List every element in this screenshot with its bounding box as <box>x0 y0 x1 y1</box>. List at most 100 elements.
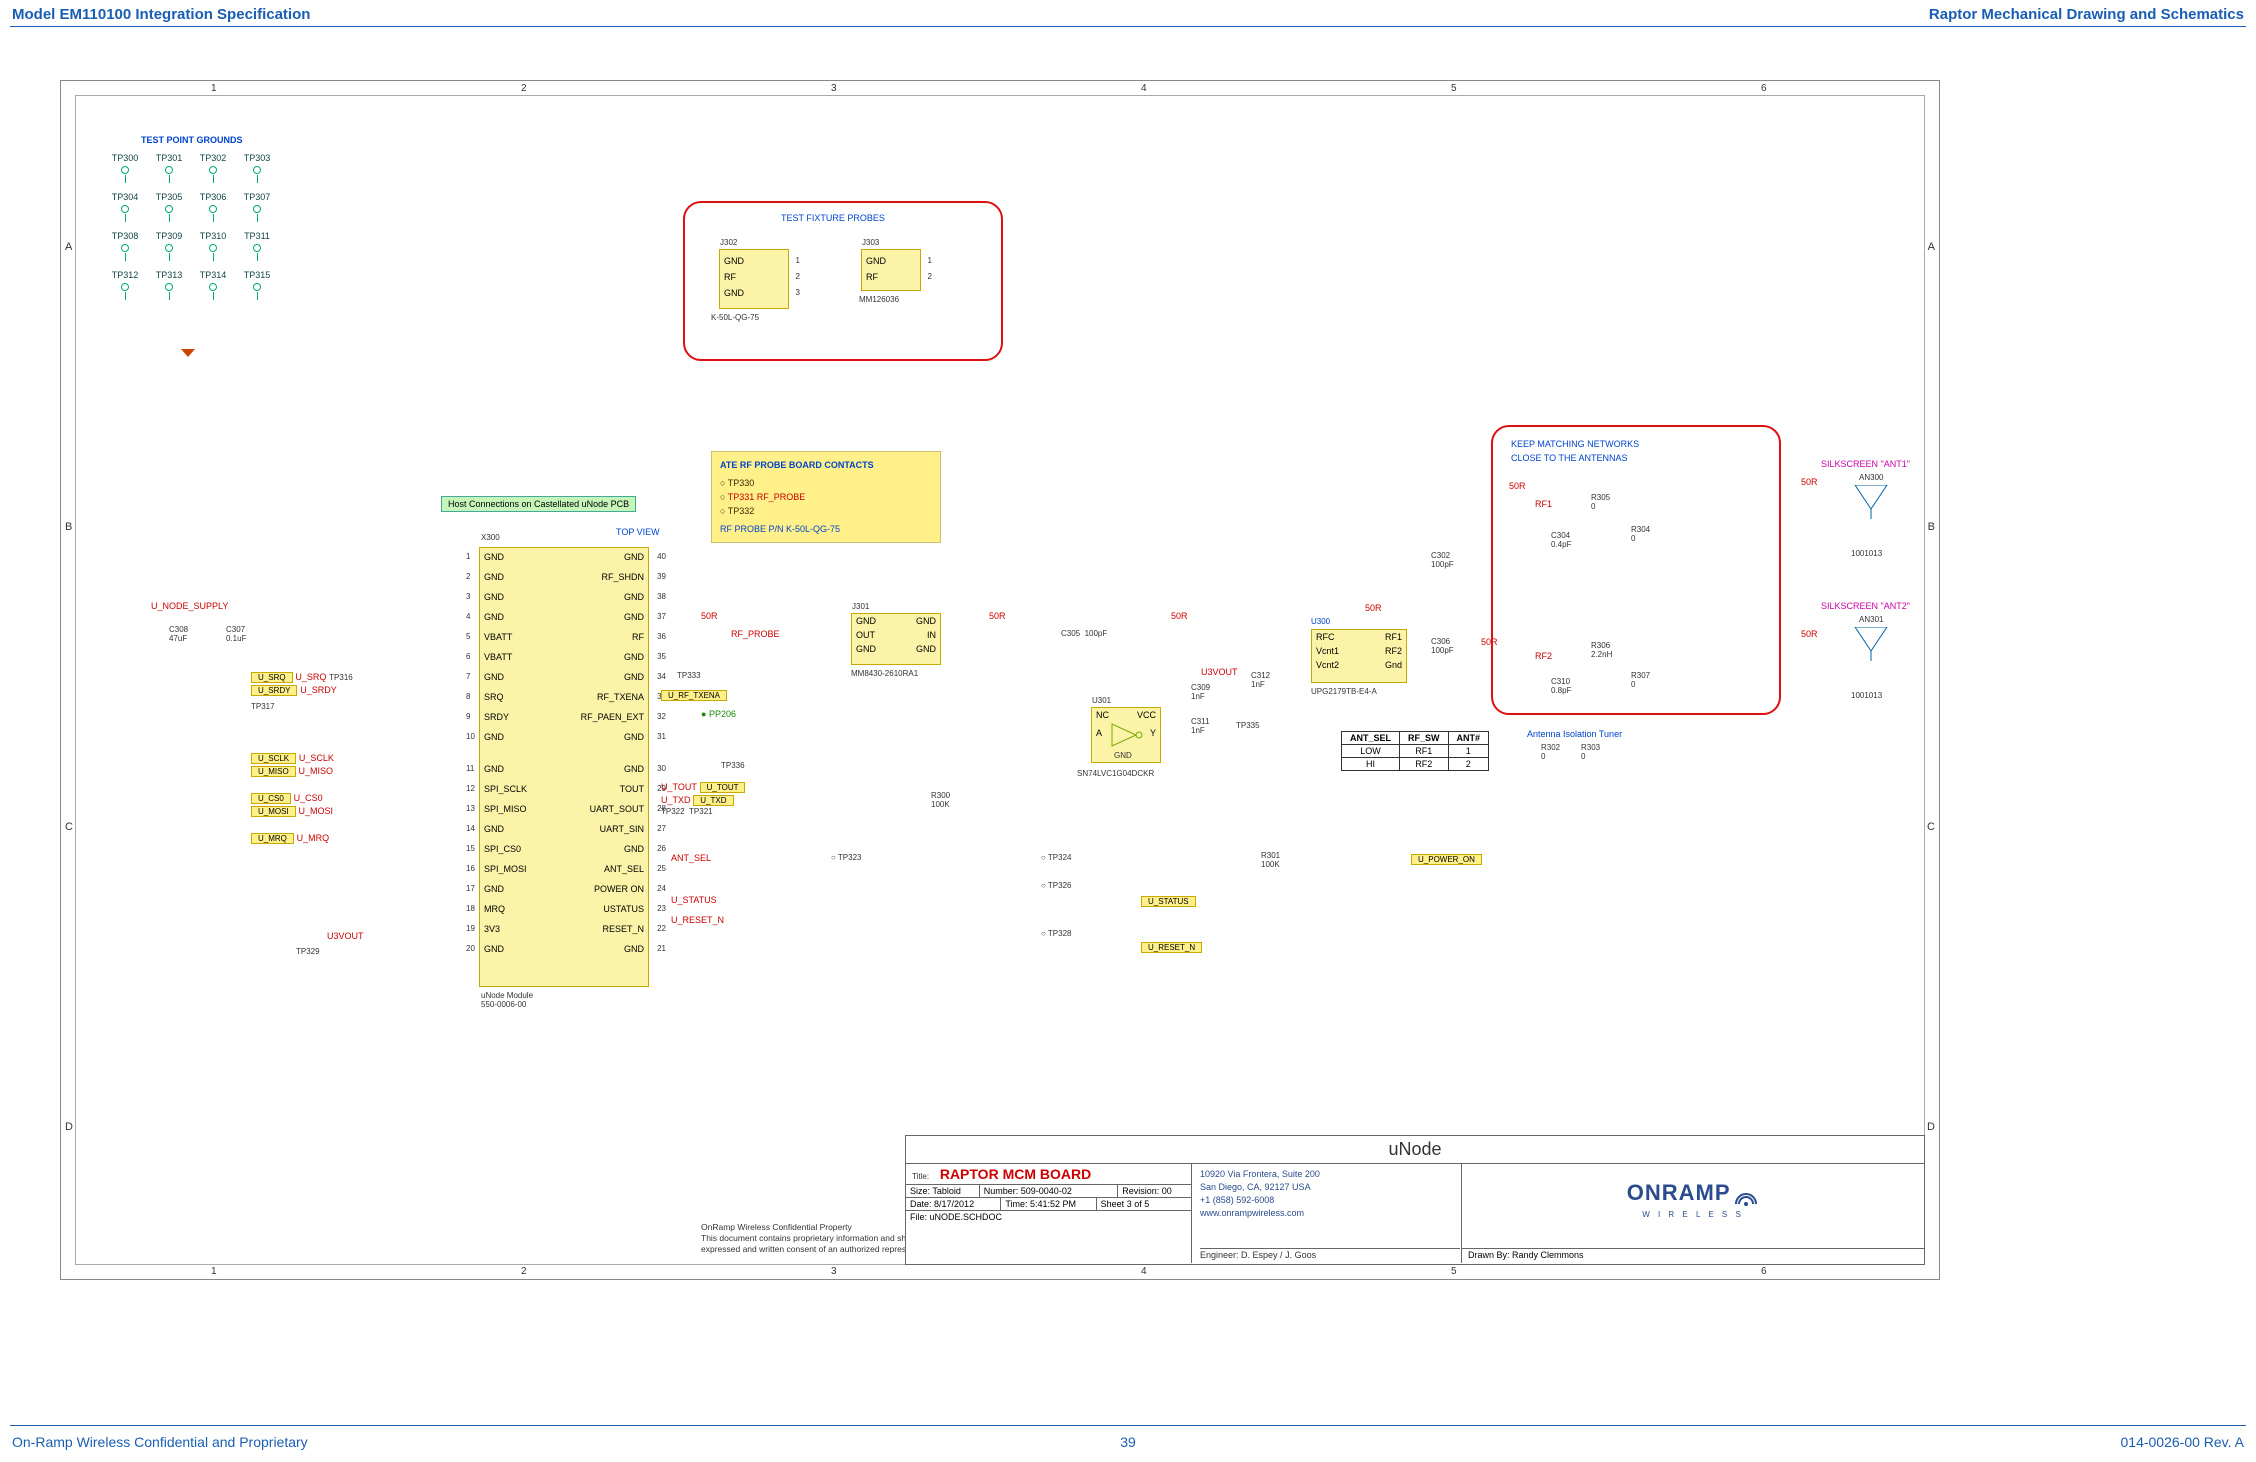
x300-l-16: SPI_MOSI <box>484 864 527 874</box>
host-note: Host Connections on Castellated uNode PC… <box>441 496 636 512</box>
u300-rfc: RFC <box>1316 632 1335 642</box>
rf1-net: RF1 <box>1535 499 1552 509</box>
j303-box: J303 GND RF 1 2 <box>861 249 921 291</box>
u301-ref: U301 <box>1092 696 1111 705</box>
x300-r-36: RF <box>632 632 644 642</box>
x300-r-27: UART_SIN <box>600 824 644 834</box>
tp310: TP310 <box>191 231 235 252</box>
c306: C306100pF <box>1431 637 1454 655</box>
r302: R3020 <box>1541 743 1560 761</box>
c304: C3040.4pF <box>1551 531 1571 549</box>
j301-pn: MM8430-2610RA1 <box>851 669 918 678</box>
tp302: TP302 <box>191 153 235 174</box>
u-miso-port: U_MISO <box>251 766 296 777</box>
an300-pn: 1001013 <box>1851 549 1882 558</box>
tb-addr2: San Diego, CA, 92127 USA <box>1200 1181 1453 1194</box>
c312: C3121nF <box>1251 671 1270 689</box>
r300: R300100K <box>931 791 950 809</box>
r306: R3062.2nH <box>1591 641 1612 659</box>
r303: R3030 <box>1581 743 1600 761</box>
tb-addr1: 10920 Via Frontera, Suite 200 <box>1200 1168 1453 1181</box>
an301-ref: AN301 <box>1859 615 1883 624</box>
x300-l-1: GND <box>484 552 504 562</box>
x300-l-20: GND <box>484 944 504 954</box>
u-txd-port: U_TXD <box>693 795 733 806</box>
c307: C3070.1uF <box>226 625 246 643</box>
j303-ref: J303 <box>862 238 879 247</box>
tp322: TP322 <box>661 807 685 816</box>
j302-box: J302 GND RF GND 1 2 3 <box>719 249 789 309</box>
x300-r-40: GND <box>624 552 644 562</box>
gnd-sym-tp <box>181 349 195 357</box>
tb-eng: D. Espey / J. Goos <box>1241 1250 1316 1260</box>
u-txd-net: U_TXD <box>661 795 691 805</box>
u-tout-port: U_TOUT <box>700 782 746 793</box>
tb-time: 5:41:52 PM <box>1030 1199 1076 1209</box>
x300-l-13: SPI_MISO <box>484 804 527 814</box>
fifty-r-2: 50R <box>989 611 1006 621</box>
x300-l-17: GND <box>484 884 504 894</box>
x300-r-25: ANT_SEL <box>604 864 644 874</box>
tb-size-lbl: Size: <box>910 1186 930 1196</box>
tb-time-lbl: Time: <box>1005 1199 1027 1209</box>
x300-l-3: GND <box>484 592 504 602</box>
u3vout-mid: U3VOUT <box>1201 667 1238 677</box>
u-status-port: U_STATUS <box>1141 895 1196 908</box>
sheet-title: uNode <box>906 1136 1924 1163</box>
grid-col-3: 3 <box>831 83 837 94</box>
fifty-r-ant2: 50R <box>1801 629 1818 639</box>
tp303: TP303 <box>235 153 279 174</box>
u-mrq-port: U_MRQ <box>251 833 294 844</box>
u301-nc: NC <box>1096 710 1109 720</box>
j303-p1: GND <box>866 256 886 266</box>
fifty-r-ant1: 50R <box>1801 477 1818 487</box>
grid-col-5b: 5 <box>1451 1266 1457 1277</box>
th-antsel: ANT_SEL <box>1342 732 1400 745</box>
doc-header-right: Raptor Mechanical Drawing and Schematics <box>1929 6 2244 23</box>
x300-r-26: GND <box>624 844 644 854</box>
x300-l-5: VBATT <box>484 632 512 642</box>
u301-pn: SN74LVC1G04DCKR <box>1077 769 1154 778</box>
th-rfsw: RF_SW <box>1400 732 1449 745</box>
u-mrq-net: U_MRQ <box>297 833 330 843</box>
grid-col-2: 2 <box>521 83 527 94</box>
x300-l-7: GND <box>484 672 504 682</box>
j302-ref: J302 <box>720 238 737 247</box>
onramp-logo: ONRAMP <box>1627 1180 1731 1205</box>
tb-addr4: www.onrampwireless.com <box>1200 1207 1453 1220</box>
j302-pn: K-50L-QG-75 <box>711 313 759 322</box>
j303-pn: MM126036 <box>859 295 899 304</box>
schematic-sheet: 1 2 3 4 5 6 1 2 3 4 5 6 A B C D A B C D … <box>60 80 1940 1280</box>
fifty-r-net1: 50R <box>1509 481 1526 491</box>
u-mosi-port: U_MOSI <box>251 806 296 817</box>
u-rf-txena: U_RF_TXENA <box>661 689 727 702</box>
u300-rf2: RF2 <box>1385 646 1402 656</box>
j301-p4: GND <box>916 616 936 626</box>
tp307: TP307 <box>235 192 279 213</box>
x300-sub: uNode Module 550-0006-00 <box>481 991 533 1009</box>
x300-l-11: GND <box>484 764 504 774</box>
ate-tp331: TP331 RF_PROBE <box>728 492 806 502</box>
x300-l-8: SRQ <box>484 692 504 702</box>
td-rf2: RF2 <box>1400 758 1449 771</box>
tp316: TP316 <box>329 673 353 682</box>
c310: C3100.8pF <box>1551 677 1571 695</box>
x300-r-34: GND <box>624 672 644 682</box>
x300-l-9: SRDY <box>484 712 509 722</box>
x300-r-23: USTATUS <box>603 904 644 914</box>
ate-title: ATE RF PROBE BOARD CONTACTS <box>720 458 932 472</box>
td-low: LOW <box>1342 745 1400 758</box>
x300-r-35: GND <box>624 652 644 662</box>
r304: R3040 <box>1631 525 1650 543</box>
x300-l-12: SPI_SCLK <box>484 784 527 794</box>
x300-r-22: RESET_N <box>602 924 644 934</box>
x300-ref: X300 <box>481 533 500 542</box>
doc-footer-page: 39 <box>1120 1434 1136 1450</box>
u301-gnd: GND <box>1114 751 1132 760</box>
c311: C3111nF <box>1191 717 1210 735</box>
x300-l-6: VBATT <box>484 652 512 662</box>
tp304: TP304 <box>103 192 147 213</box>
ate-tp330: TP330 <box>728 478 755 488</box>
tp328: ○ TP328 <box>1041 929 1072 938</box>
x300-r-30: GND <box>624 764 644 774</box>
